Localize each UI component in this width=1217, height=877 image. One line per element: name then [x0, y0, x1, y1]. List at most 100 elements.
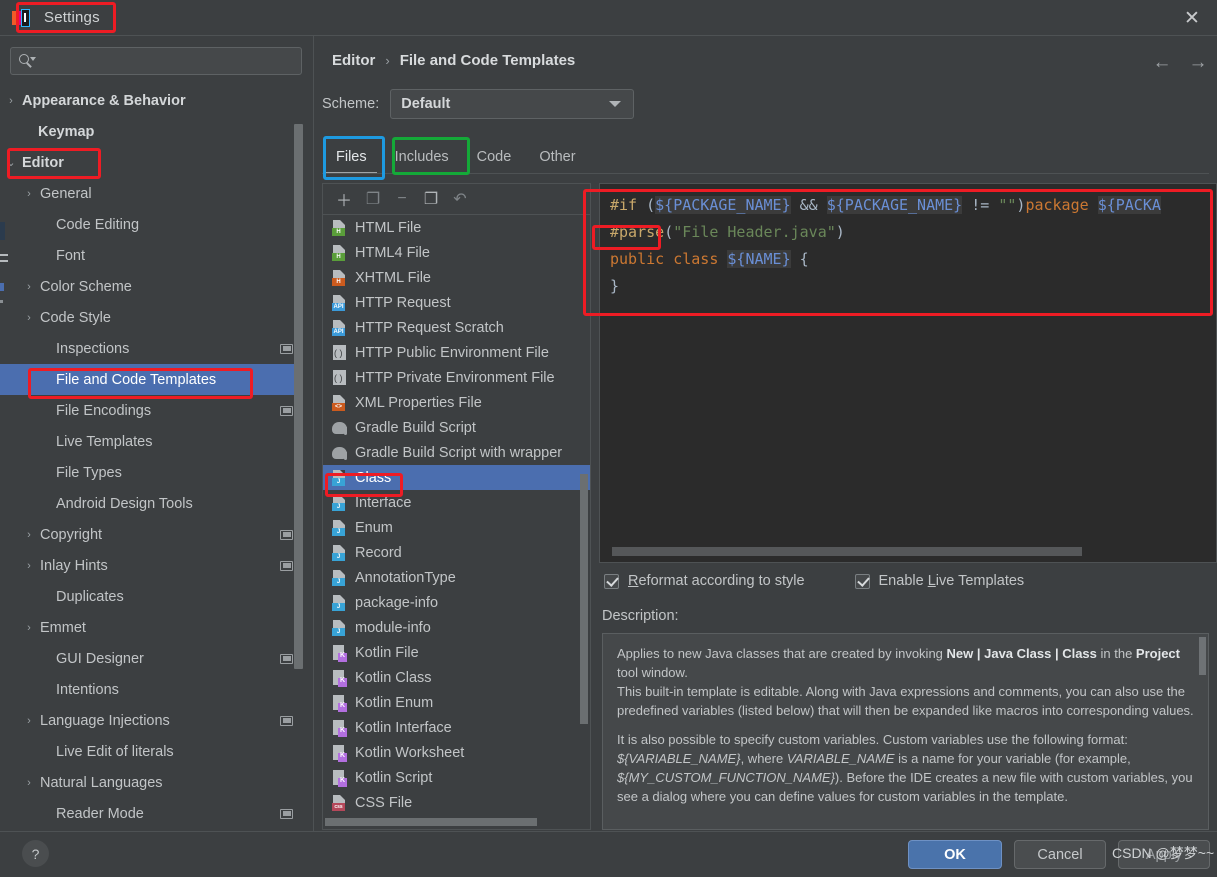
template-code-editor[interactable]: #if (${PACKAGE_NAME} && ${PACKAGE_NAME} … [599, 183, 1217, 563]
sidebar-item-font[interactable]: Font [0, 240, 303, 271]
sidebar-item-live-edit-of-literals[interactable]: Live Edit of literals [0, 736, 303, 767]
add-template-button[interactable]: ＋ [331, 187, 357, 211]
html4-file-icon: H [331, 244, 349, 262]
sidebar-item-emmet[interactable]: › Emmet [0, 612, 303, 643]
intellij-idea-icon [12, 8, 30, 27]
search-box[interactable] [10, 47, 302, 75]
sidebar-item-language-injections[interactable]: › Language Injections [0, 705, 303, 736]
chevron-right-icon[interactable]: › [22, 529, 36, 541]
sidebar-item-inlay-hints[interactable]: › Inlay Hints [0, 550, 303, 581]
settings-dialog: Settings ✕ › Appearance & Behavior Keymap ⌄… [0, 0, 1217, 877]
file-template-item[interactable]: Kotlin Interface [323, 715, 590, 740]
ok-button[interactable]: OK [908, 840, 1002, 869]
checkbox-enable-live-templates[interactable]: Enable Live Templates [854, 573, 1024, 589]
file-template-item[interactable]: H HTML4 File [323, 240, 590, 265]
sidebar-item-editor[interactable]: ⌄ Editor [0, 147, 303, 178]
sidebar-item-intentions[interactable]: Intentions [0, 674, 303, 705]
sidebar-scrollbar-thumb[interactable] [294, 124, 303, 669]
cancel-button[interactable]: Cancel [1014, 840, 1106, 869]
sidebar-item-label: Inlay Hints [40, 557, 108, 574]
sidebar-item-inspections[interactable]: Inspections [0, 333, 303, 364]
modified-indicator-icon [280, 343, 293, 354]
file-template-item[interactable]: API HTTP Request Scratch [323, 315, 590, 340]
chevron-down-icon[interactable]: ⌄ [4, 156, 18, 169]
sidebar-item-code-editing[interactable]: Code Editing [0, 209, 303, 240]
file-template-item[interactable]: css CSS File [323, 790, 590, 815]
file-template-item[interactable]: J Enum [323, 515, 590, 540]
file-template-item[interactable]: Kotlin File [323, 640, 590, 665]
file-template-item[interactable]: J AnnotationType [323, 565, 590, 590]
copy-template-button[interactable]: ❐ [360, 187, 386, 211]
file-list-horizontal-scrollbar[interactable] [325, 818, 537, 826]
file-template-item[interactable]: Gradle Build Script with wrapper [323, 440, 590, 465]
sidebar-item-reader-mode[interactable]: Reader Mode [0, 798, 303, 829]
sidebar-item-android-design-tools[interactable]: Android Design Tools [0, 488, 303, 519]
search-input[interactable] [35, 53, 301, 69]
duplicate-template-button[interactable]: ❐ [418, 187, 444, 211]
forward-arrow-icon[interactable]: → [1187, 52, 1209, 74]
chevron-right-icon[interactable]: › [22, 715, 36, 727]
file-template-item[interactable]: H XHTML File [323, 265, 590, 290]
description-scrollbar-thumb[interactable] [1199, 637, 1206, 675]
sidebar-item-general[interactable]: › General [0, 178, 303, 209]
sidebar-item-copyright[interactable]: › Copyright [0, 519, 303, 550]
file-template-item[interactable]: API HTTP Request [323, 290, 590, 315]
file-template-item[interactable]: HTTP Private Environment File [323, 365, 590, 390]
description-paragraph: This built-in template is editable. Alon… [617, 684, 1194, 718]
sidebar-item-live-templates[interactable]: Live Templates [0, 426, 303, 457]
reset-template-button[interactable]: ↶ [447, 187, 473, 211]
sidebar-item-label: Duplicates [56, 588, 124, 605]
scheme-dropdown[interactable]: Default [390, 89, 635, 119]
file-template-item[interactable]: Gradle Build Script [323, 415, 590, 440]
file-template-item[interactable]: <> XML Properties File [323, 390, 590, 415]
file-template-item[interactable]: J Record [323, 540, 590, 565]
file-template-item[interactable]: J Class [323, 465, 590, 490]
file-template-item[interactable]: Kotlin Class [323, 665, 590, 690]
chevron-right-icon[interactable]: › [22, 188, 36, 200]
tab-code[interactable]: Code [463, 140, 526, 174]
sidebar-item-keymap[interactable]: Keymap [0, 116, 303, 147]
checkbox-icon[interactable] [604, 573, 619, 589]
file-template-item[interactable]: HTTP Public Environment File [323, 340, 590, 365]
remove-template-button[interactable]: − [389, 187, 415, 211]
tab-files[interactable]: Files [322, 140, 381, 174]
template-code-text[interactable]: #if (${PACKAGE_NAME} && ${PACKAGE_NAME} … [610, 192, 1216, 300]
checkbox-reformat-according-to-style[interactable]: Reformat according to style [604, 573, 805, 589]
sidebar-item-label: Intentions [56, 681, 119, 698]
file-template-item[interactable]: Kotlin Enum [323, 690, 590, 715]
file-template-label: Kotlin Class [355, 669, 432, 686]
chevron-right-icon[interactable]: › [4, 95, 18, 107]
tab-other[interactable]: Other [525, 140, 589, 174]
chevron-right-icon[interactable]: › [22, 777, 36, 789]
gradle-icon [331, 419, 349, 437]
sidebar-item-appearance-behavior[interactable]: › Appearance & Behavior [0, 85, 303, 116]
sidebar-item-file-types[interactable]: File Types [0, 457, 303, 488]
breadcrumb-root[interactable]: Editor [332, 52, 375, 69]
sidebar-item-color-scheme[interactable]: › Color Scheme [0, 271, 303, 302]
sidebar-item-file-and-code-templates[interactable]: File and Code Templates [0, 364, 303, 395]
file-template-item[interactable]: Jpackage-info [323, 590, 590, 615]
file-template-item[interactable]: J Interface [323, 490, 590, 515]
file-template-item[interactable]: Kotlin Worksheet [323, 740, 590, 765]
sidebar-item-gui-designer[interactable]: GUI Designer [0, 643, 303, 674]
file-template-label: Kotlin Interface [355, 719, 452, 736]
checkbox-icon[interactable] [854, 573, 870, 589]
chevron-right-icon[interactable]: › [22, 281, 36, 293]
sidebar-item-code-style[interactable]: › Code Style [0, 302, 303, 333]
chevron-right-icon[interactable]: › [22, 312, 36, 324]
file-template-item[interactable]: H HTML File [323, 215, 590, 240]
sidebar-item-duplicates[interactable]: Duplicates [0, 581, 303, 612]
editor-horizontal-scrollbar[interactable] [612, 547, 1082, 556]
file-template-item[interactable]: Jmodule-info [323, 615, 590, 640]
help-icon[interactable]: ? [22, 840, 49, 867]
sidebar-item-natural-languages[interactable]: › Natural Languages [0, 767, 303, 798]
chevron-right-icon[interactable]: › [22, 560, 36, 572]
sidebar-item-file-encodings[interactable]: File Encodings [0, 395, 303, 426]
file-template-label: HTML File [355, 219, 422, 236]
file-list-scrollbar-thumb[interactable] [580, 474, 588, 724]
file-template-item[interactable]: Kotlin Script [323, 765, 590, 790]
chevron-right-icon[interactable]: › [22, 622, 36, 634]
close-icon[interactable]: ✕ [1175, 2, 1209, 34]
back-arrow-icon[interactable]: ← [1151, 52, 1173, 74]
tab-includes[interactable]: Includes [381, 140, 463, 174]
